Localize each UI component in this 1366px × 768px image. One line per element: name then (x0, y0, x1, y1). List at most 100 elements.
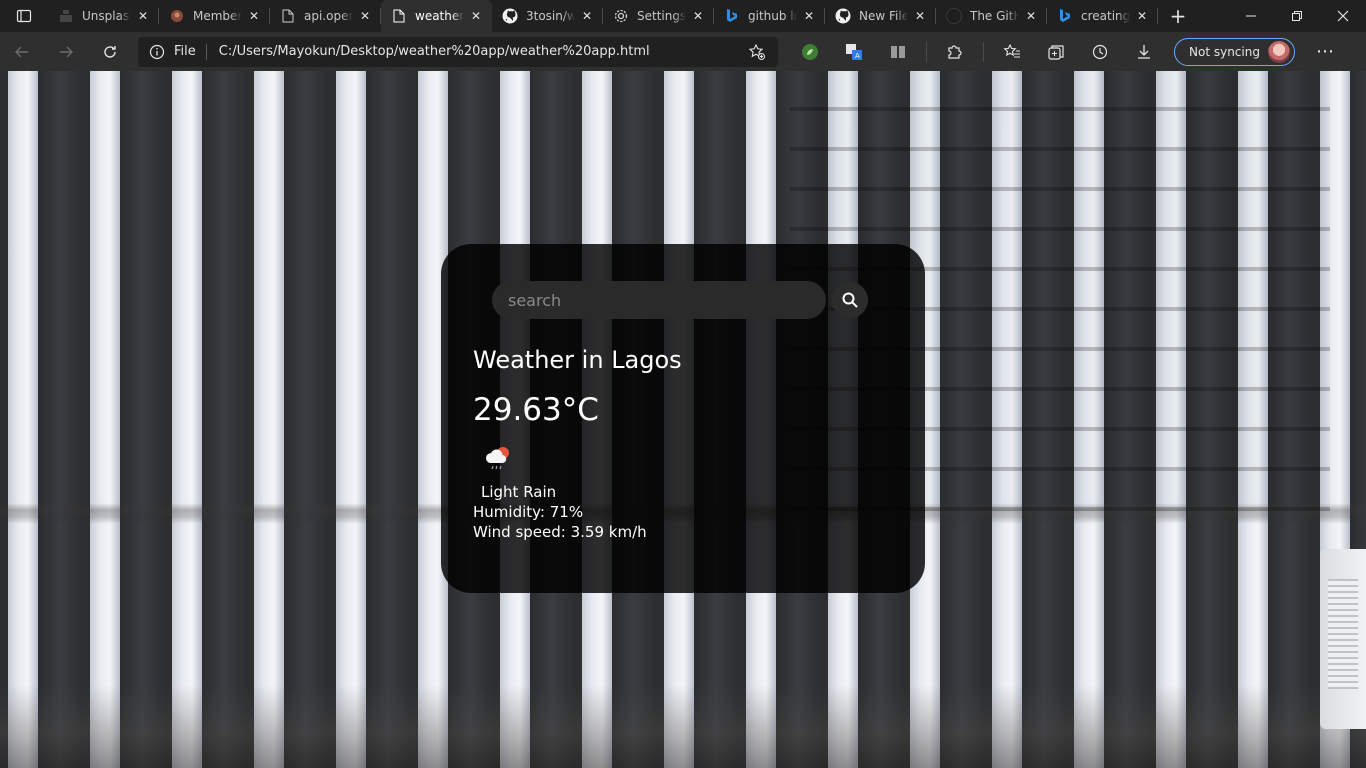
favorites-button[interactable] (990, 36, 1034, 68)
profile-sync-label: Not syncing (1189, 44, 1260, 59)
tab-unsplash[interactable]: Unsplash ✕ (48, 0, 159, 32)
wind-speed: Wind speed: 3.59 km/h (473, 523, 647, 541)
avatar-icon (169, 8, 185, 24)
avatar (1267, 40, 1290, 63)
download-icon (1138, 44, 1150, 59)
close-icon[interactable]: ✕ (1023, 8, 1039, 24)
tab-title: Members (193, 9, 242, 23)
close-icon[interactable]: ✕ (1134, 8, 1150, 24)
city-heading: Weather in Lagos (473, 346, 682, 374)
collections-icon (1048, 44, 1064, 60)
translate-icon: A (846, 43, 862, 60)
weather-icon-row (473, 438, 893, 478)
profile-button[interactable]: Not syncing (1174, 37, 1295, 66)
page-viewport: Weather in Lagos 29.63°C Light Rain Humi… (0, 71, 1366, 768)
collections-button[interactable] (1034, 36, 1078, 68)
tab-api[interactable]: api.openweathermap ✕ (270, 0, 381, 32)
refresh-icon (104, 45, 116, 58)
restore-button[interactable] (1274, 0, 1320, 32)
tab-strip: Unsplash ✕ Members ✕ api.openweathermap … (0, 0, 1366, 32)
extension-green-button[interactable] (788, 36, 832, 68)
back-button[interactable] (0, 36, 44, 68)
close-icon[interactable]: ✕ (135, 8, 151, 24)
tab-title: github login (748, 9, 797, 23)
tab-title: creating (1081, 9, 1130, 23)
arrow-left-icon (15, 46, 28, 57)
restore-icon (1292, 11, 1302, 21)
new-tab-button[interactable]: + (1158, 0, 1198, 32)
toolbar-divider (926, 41, 927, 62)
github-icon (835, 8, 851, 24)
tab-creating[interactable]: creating ✕ (1047, 0, 1158, 32)
reading-view-button[interactable] (876, 36, 920, 68)
close-icon[interactable]: ✕ (246, 8, 262, 24)
more-icon: ⋯ (1315, 41, 1334, 62)
add-favorite-icon[interactable] (746, 41, 768, 63)
tab-the-github[interactable]: The GitHub ✕ (936, 0, 1047, 32)
github-icon (502, 8, 518, 24)
page-icon (280, 8, 296, 24)
tab-3tosin[interactable]: 3tosin/weather ✕ (492, 0, 603, 32)
downloads-button[interactable] (1122, 36, 1166, 68)
humidity: Humidity: 71% (473, 503, 584, 521)
tab-weather-app[interactable]: weather app ✕ (381, 0, 492, 32)
close-icon[interactable]: ✕ (801, 8, 817, 24)
weather-description: Light Rain (481, 483, 557, 501)
refresh-button[interactable] (88, 36, 132, 68)
cloud-rain-sun-icon (485, 447, 509, 470)
tab-title: weather app (415, 9, 464, 23)
settings-more-button[interactable]: ⋯ (1303, 36, 1347, 68)
tab-title: New File (859, 9, 908, 23)
github-icon (946, 8, 962, 24)
tab-members[interactable]: Members ✕ (159, 0, 270, 32)
tab-title: Unsplash (82, 9, 131, 23)
tab-title: Settings (637, 9, 686, 23)
close-icon[interactable]: ✕ (468, 8, 484, 24)
address-divider (205, 43, 207, 60)
page-icon (391, 8, 407, 24)
unsplash-icon (58, 8, 74, 24)
address-bar[interactable]: File C:/Users/Mayokun/Desktop/weather%20… (138, 36, 778, 67)
history-button[interactable] (1078, 36, 1122, 68)
close-icon[interactable]: ✕ (579, 8, 595, 24)
temperature: 29.63°C (473, 392, 599, 428)
tab-actions-button[interactable] (0, 0, 48, 32)
translate-extension-button[interactable]: A (832, 36, 876, 68)
window-controls (1228, 0, 1366, 32)
address-url[interactable]: C:/Users/Mayokun/Desktop/weather%20app/w… (219, 44, 746, 59)
search-button[interactable] (832, 282, 868, 318)
puzzle-icon (948, 44, 962, 59)
tab-title: api.openweathermap (304, 9, 353, 23)
arrow-right-icon (60, 46, 73, 57)
minimize-button[interactable] (1228, 0, 1274, 32)
info-icon[interactable] (148, 43, 166, 61)
history-icon (1092, 44, 1108, 59)
gear-icon (613, 8, 629, 24)
search-icon (842, 292, 858, 308)
svg-text:A: A (855, 52, 860, 60)
tab-title: The GitHub (970, 9, 1019, 23)
plus-icon: + (1169, 4, 1187, 28)
tab-settings[interactable]: Settings ✕ (603, 0, 714, 32)
book-icon (891, 45, 905, 58)
tabs: Unsplash ✕ Members ✕ api.openweathermap … (48, 0, 1158, 32)
toolbar-divider (983, 41, 984, 62)
tab-title: 3tosin/weather (526, 9, 575, 23)
close-icon[interactable]: ✕ (912, 8, 928, 24)
forward-button[interactable] (44, 36, 88, 68)
search-input[interactable] (492, 281, 826, 319)
bing-icon (1057, 8, 1073, 24)
minimize-icon (1246, 15, 1256, 17)
background-ac-unit (1320, 549, 1366, 729)
close-icon[interactable]: ✕ (357, 8, 373, 24)
close-icon[interactable]: ✕ (690, 8, 706, 24)
favorites-icon (1003, 43, 1020, 57)
tab-new-file[interactable]: New File ✕ (825, 0, 936, 32)
extension-icons: A (788, 36, 1166, 68)
close-window-button[interactable] (1320, 0, 1366, 32)
extensions-button[interactable] (933, 36, 977, 68)
search-row (492, 281, 893, 319)
browser-toolbar: File C:/Users/Mayokun/Desktop/weather%20… (0, 32, 1366, 71)
close-icon (1337, 10, 1349, 22)
tab-github-login[interactable]: github login ✕ (714, 0, 825, 32)
